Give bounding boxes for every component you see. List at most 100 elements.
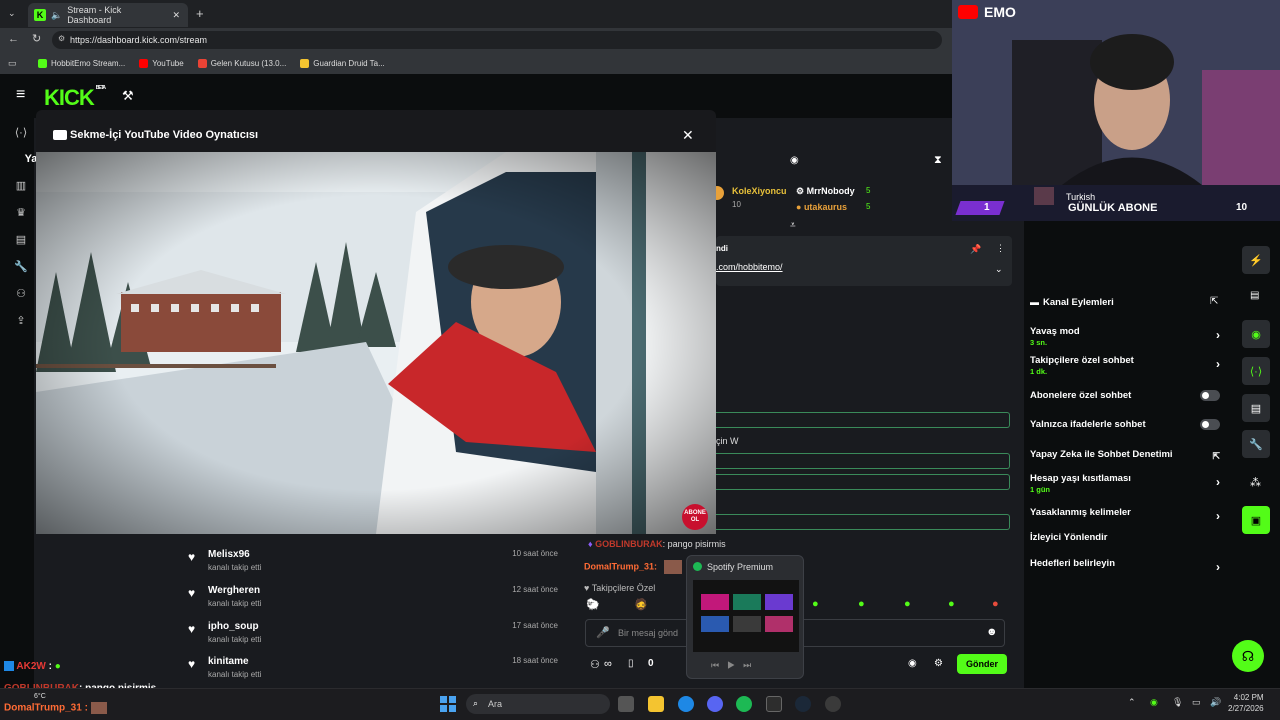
- taskbar-search[interactable]: ⌕ Ara: [466, 694, 610, 714]
- support-icon[interactable]: ☊: [1232, 640, 1264, 672]
- mic-tray-icon[interactable]: 🎙: [1172, 697, 1183, 708]
- emote-icon[interactable]: 🧔: [634, 598, 648, 611]
- tab-close-icon[interactable]: ✕: [172, 10, 180, 21]
- tools-icon[interactable]: 🔧: [14, 260, 28, 273]
- analytics-icon[interactable]: ▥: [16, 179, 26, 192]
- chat-settings-icon[interactable]: ◉: [908, 658, 917, 669]
- tab-list-icon[interactable]: ⌄: [8, 8, 16, 19]
- top-user-count: 10: [732, 200, 741, 209]
- chat-bubble-icon[interactable]: ◉: [790, 155, 799, 166]
- send-button[interactable]: Gönder: [957, 654, 1007, 674]
- chevron-right-icon: ›: [1216, 357, 1220, 371]
- upload-icon[interactable]: ⇪: [16, 314, 25, 327]
- action-slow-mode[interactable]: Yavaş mod 3 sn. ›: [1030, 326, 1226, 347]
- layout-icon[interactable]: ▤: [16, 233, 26, 246]
- top-user-name[interactable]: ⚙ MrrNobody: [796, 186, 855, 197]
- gear-icon[interactable]: ⚙: [934, 658, 943, 669]
- url-field[interactable]: ⚙ https://dashboard.kick.com/stream: [52, 31, 942, 49]
- bookmark-item[interactable]: YouTube: [139, 58, 184, 68]
- tray-app-icon[interactable]: ◉: [1150, 697, 1158, 708]
- app-icon[interactable]: [825, 696, 841, 712]
- follower-name[interactable]: Wergheren: [208, 585, 260, 596]
- popout-icon[interactable]: ⇱: [1210, 296, 1218, 307]
- community-icon[interactable]: ⚇: [16, 287, 26, 300]
- layout-icon[interactable]: ▤: [1242, 394, 1270, 422]
- wrench-icon[interactable]: 🔧: [1242, 430, 1270, 458]
- more-icon[interactable]: ⋮: [996, 243, 1005, 254]
- action-set-goals[interactable]: Hedefleri belirleyin ›: [1030, 558, 1226, 574]
- browser-tab[interactable]: K 🔈 Stream - Kick Dashboard ✕: [28, 3, 188, 27]
- chat-icon[interactable]: ◉: [1242, 320, 1270, 348]
- terminal-icon[interactable]: [766, 696, 782, 712]
- apps-icon[interactable]: ▭: [8, 58, 17, 69]
- kick-logo[interactable]: KICK BETA: [44, 85, 106, 111]
- steam-icon[interactable]: [795, 696, 811, 712]
- bookmark-item[interactable]: Guardian Druid Ta...: [300, 58, 385, 68]
- discord-icon[interactable]: [707, 696, 723, 712]
- chevron-down-icon[interactable]: ⌄: [995, 264, 1003, 275]
- volume-icon[interactable]: 🔊: [1210, 697, 1221, 708]
- spotify-taskbar-icon[interactable]: [736, 696, 752, 712]
- media-controls[interactable]: ⏮▶⏭: [711, 660, 759, 671]
- close-icon[interactable]: ✕: [682, 127, 694, 144]
- follower-name[interactable]: kinitame: [208, 656, 249, 667]
- creator-tools-icon[interactable]: ⚒: [122, 88, 134, 104]
- bookmark-item[interactable]: Gelen Kutusu (13.0...: [197, 58, 286, 68]
- taskbar-clock[interactable]: 4:02 PM 2/27/2026: [1228, 692, 1264, 714]
- action-followers-only[interactable]: Takipçilere özel sohbet 1 dk. ›: [1030, 355, 1226, 376]
- chat-username[interactable]: GOBLINBURAK: [595, 539, 663, 549]
- file-icon[interactable]: [618, 696, 634, 712]
- action-label: Takipçilere özel sohbet: [1030, 355, 1134, 366]
- preview-tile: [701, 616, 729, 632]
- toggle-switch[interactable]: [1200, 419, 1220, 430]
- action-redirect-viewers[interactable]: İzleyici Yönlendir: [1030, 532, 1226, 543]
- action-ai-moderation[interactable]: Yapay Zeka ile Sohbet Denetimi ⇱: [1030, 449, 1226, 461]
- speaker-icon[interactable]: 🔈: [51, 10, 62, 21]
- tray-chevron-icon[interactable]: ⌃: [1128, 697, 1136, 708]
- follower-name[interactable]: Melisx96: [208, 549, 250, 560]
- network-icon[interactable]: ▭: [1192, 697, 1201, 708]
- hourglass-icon[interactable]: ⧗: [934, 154, 942, 167]
- emote-icon[interactable]: ●: [858, 598, 865, 610]
- subscribe-badge[interactable]: ABONE OL: [682, 504, 708, 530]
- back-icon[interactable]: ←: [8, 33, 19, 45]
- action-account-age[interactable]: Hesap yaşı kısıtlaması 1 gün ›: [1030, 473, 1226, 494]
- emote-icon[interactable]: 🐑: [586, 598, 600, 611]
- expand-icon[interactable]: ⩡: [790, 220, 796, 231]
- pinned-message[interactable]: ndi .com/hobbitemo/ 📌 ⋮ ⌄: [716, 236, 1012, 286]
- video-player[interactable]: [36, 152, 716, 534]
- reload-icon[interactable]: ↻: [32, 32, 41, 45]
- edge-icon[interactable]: [678, 696, 694, 712]
- document-icon[interactable]: ▤: [1250, 290, 1259, 301]
- emote-icon[interactable]: ●: [992, 598, 999, 610]
- lightning-icon[interactable]: ⚡: [1242, 246, 1270, 274]
- pin-icon[interactable]: 📌: [970, 244, 981, 255]
- top-user-name[interactable]: KoleXiyoncu: [732, 186, 787, 196]
- toggle-switch[interactable]: [1200, 390, 1220, 401]
- action-banned-words[interactable]: Yasaklanmış kelimeler ›: [1030, 507, 1226, 523]
- spotify-thumbnail-popup[interactable]: Spotify Premium ⏮▶⏭: [686, 555, 804, 679]
- emote-icon[interactable]: ●: [904, 598, 911, 610]
- site-info-icon[interactable]: ⚙: [58, 34, 65, 43]
- infinity-icon[interactable]: ∞: [604, 658, 612, 670]
- follower-list: ♥ Melisx96 kanalı takip etti 10 saat önc…: [178, 538, 568, 686]
- users-icon[interactable]: ⚇: [590, 658, 600, 671]
- menu-icon[interactable]: ≡: [16, 86, 25, 104]
- emote-icon[interactable]: ●: [812, 598, 819, 610]
- mic-icon[interactable]: 🎤: [596, 626, 610, 639]
- bookmark-item[interactable]: HobbitEmo Stream...: [38, 58, 125, 68]
- broadcast-icon[interactable]: ⟨·⟩: [1242, 357, 1270, 385]
- media-icon[interactable]: ▣: [1242, 506, 1270, 534]
- windows-start-icon[interactable]: [440, 696, 456, 712]
- new-tab-icon[interactable]: +: [196, 6, 204, 21]
- folder-icon[interactable]: [648, 696, 664, 712]
- emote-icon[interactable]: ●: [948, 598, 955, 610]
- stream-icon[interactable]: ⟨·⟩: [15, 126, 27, 139]
- chat-username[interactable]: DomalTrump_31:: [584, 561, 657, 571]
- follower-name[interactable]: ipho_soup: [208, 621, 259, 632]
- emoji-icon[interactable]: ☻: [986, 626, 998, 638]
- pinned-link[interactable]: .com/hobbitemo/: [716, 262, 783, 272]
- trophy-icon[interactable]: ♛: [16, 206, 26, 219]
- share-icon[interactable]: ⁂: [1250, 476, 1261, 489]
- top-user-name[interactable]: ● utakaurus: [796, 202, 847, 212]
